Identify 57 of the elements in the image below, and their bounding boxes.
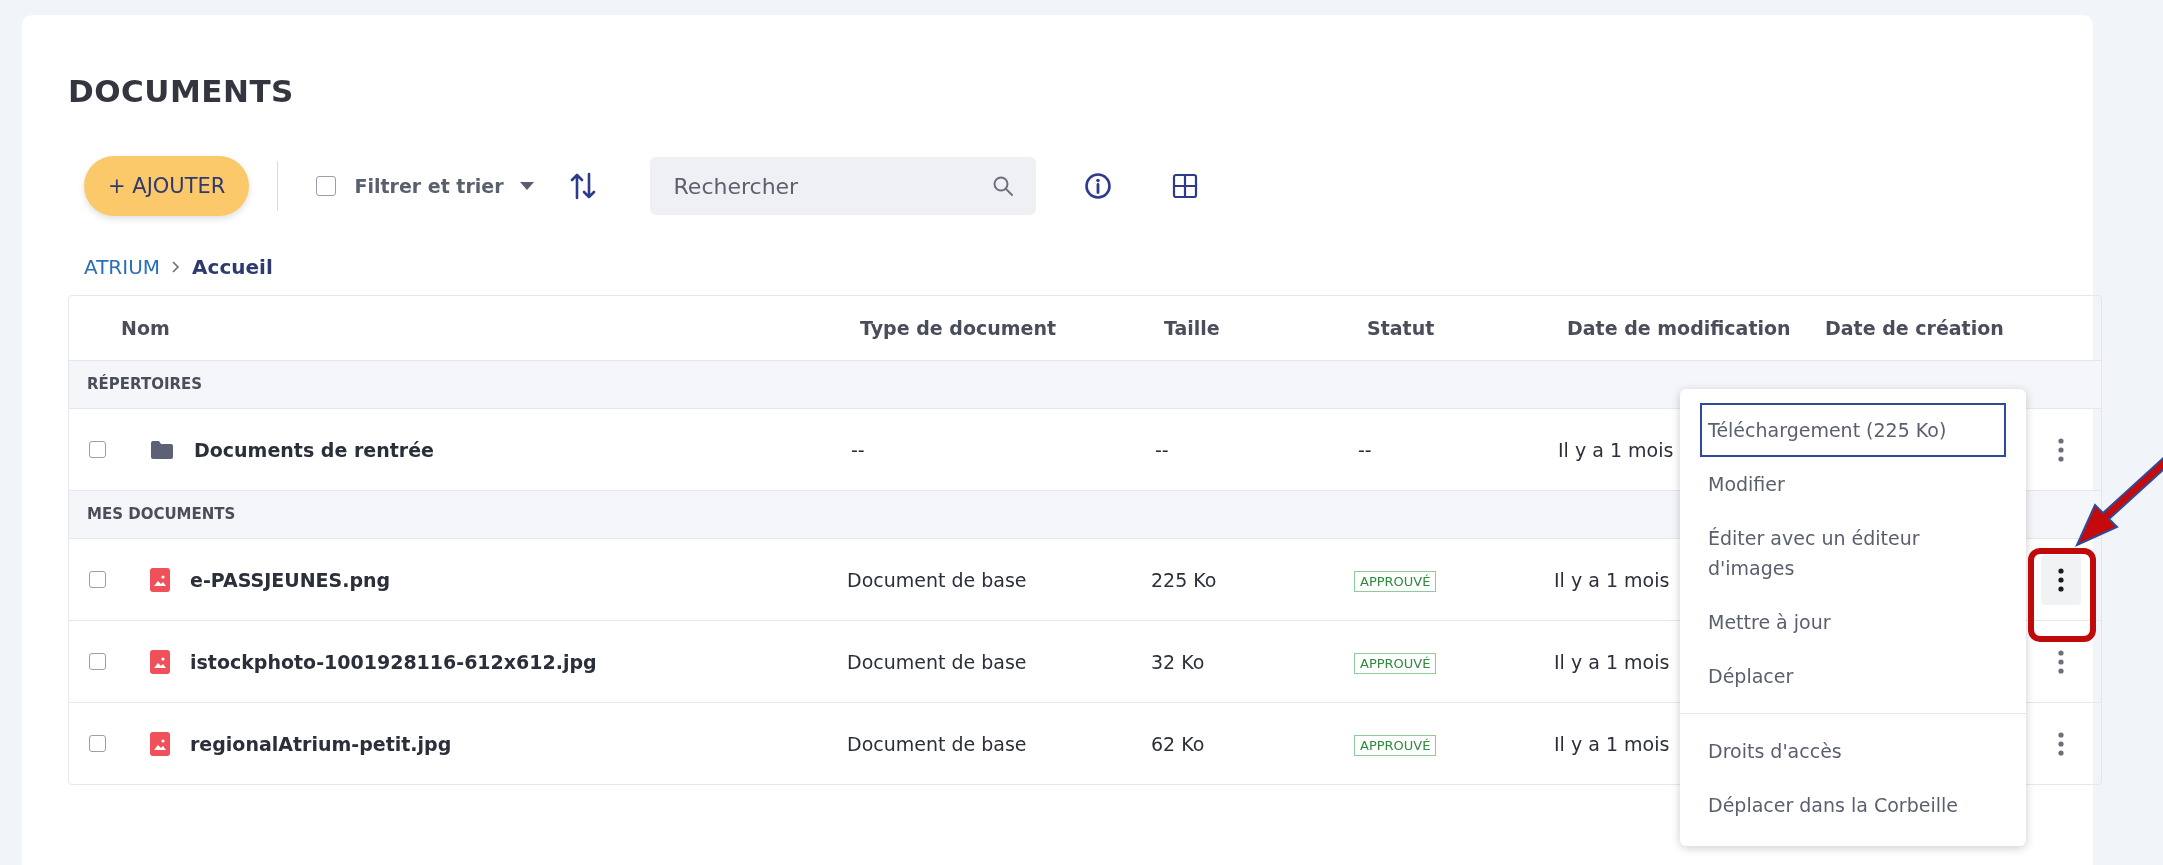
menu-item[interactable]: Téléchargement (225 Ko) — [1700, 403, 2006, 457]
vertical-dots-icon — [2058, 437, 2064, 462]
row-checkbox[interactable] — [89, 653, 106, 670]
column-header[interactable]: Statut — [1367, 317, 1567, 339]
menu-item[interactable]: Mettre à jour — [1700, 595, 2006, 649]
filter-sort-dropdown[interactable]: Filtrer et trier — [354, 175, 534, 197]
vertical-dots-icon — [2058, 731, 2064, 756]
status-badge: APPROUVÉ — [1354, 570, 1437, 592]
section-header: RÉPERTOIRES — [69, 361, 2101, 409]
table-cell-text: -- — [851, 438, 866, 461]
menu-item[interactable]: Droits d'accès — [1700, 724, 2006, 778]
table-cell: Il y a 1 mois — [1558, 438, 1674, 461]
select-all-checkbox[interactable] — [316, 176, 337, 196]
column-header[interactable]: Nom — [121, 317, 860, 339]
file-name[interactable]: regionalAtrium-petit.jpg — [190, 732, 847, 755]
breadcrumb-link[interactable]: ATRIUM — [84, 255, 161, 279]
row-checkbox[interactable] — [89, 735, 106, 752]
table-cell-text: Document de base — [847, 732, 1028, 755]
table-cell-text: Document de base — [847, 650, 1028, 673]
vertical-dots-icon — [2058, 649, 2064, 674]
file-name[interactable]: istockphoto-1001928116-612x612.jpg — [190, 650, 847, 673]
status-badge: APPROUVÉ — [1354, 734, 1437, 756]
table-cell: Il y a 1 mois — [1554, 732, 1670, 755]
menu-item[interactable]: Déplacer dans la Corbeille — [1700, 778, 2006, 832]
search-field[interactable]: Rechercher — [649, 157, 1036, 215]
table-cell-text: 32 Ko — [1151, 650, 1206, 673]
image-file-icon — [150, 649, 170, 674]
more-options-button[interactable] — [2041, 554, 2081, 605]
column-header[interactable]: Taille — [1164, 317, 1367, 339]
table-cell-text: 62 Ko — [1151, 732, 1206, 755]
sort-icon[interactable] — [569, 172, 596, 200]
menu-item[interactable]: Déplacer — [1700, 649, 2006, 703]
grid-view-icon[interactable] — [1171, 173, 1198, 199]
row-checkbox[interactable] — [89, 441, 106, 458]
table-cell: Il y a 1 mois — [1554, 650, 1670, 673]
table-cell-text: -- — [1155, 438, 1170, 461]
folder-icon — [150, 439, 174, 460]
info-icon[interactable] — [1083, 172, 1112, 200]
caret-icon — [519, 181, 534, 191]
add-button[interactable]: + AJOUTER — [84, 156, 250, 216]
status-badge: APPROUVÉ — [1354, 652, 1437, 674]
table-cell: -- — [1358, 438, 1372, 461]
file-name[interactable]: Documents de rentrée — [194, 438, 851, 461]
vertical-dots-icon — [2058, 567, 2064, 592]
row-checkbox[interactable] — [89, 571, 106, 588]
column-header[interactable]: Type de document — [860, 317, 1164, 339]
table-cell-text: Document de base — [847, 568, 1028, 591]
breadcrumb-current[interactable]: Accueil — [192, 255, 273, 279]
file-name[interactable]: e-PASSJEUNES.png — [190, 568, 847, 591]
image-file-icon — [150, 731, 170, 756]
table-cell: Il y a 1 mois — [1554, 568, 1670, 591]
page-title: DOCUMENTS — [68, 72, 295, 109]
column-header[interactable]: Date de création — [1825, 317, 2004, 339]
table-cell-text: 225 Ko — [1151, 568, 1218, 591]
image-file-icon — [150, 567, 170, 592]
search-icon — [991, 175, 1014, 197]
column-header[interactable]: Date de modification — [1567, 317, 1825, 339]
